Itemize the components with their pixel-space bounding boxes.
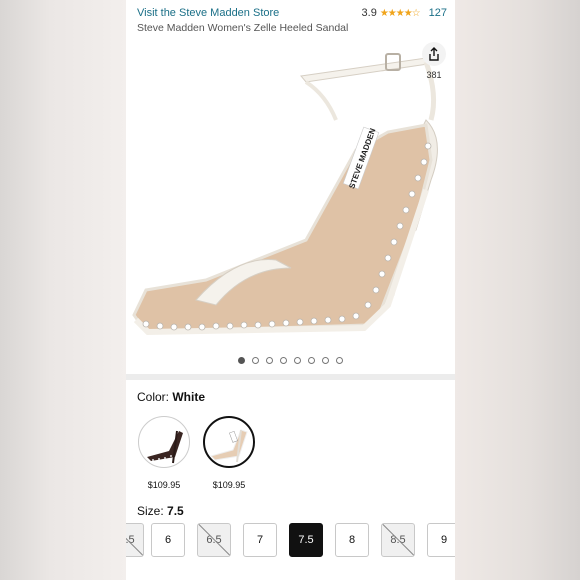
store-link[interactable]: Visit the Steve Madden Store bbox=[137, 7, 279, 19]
sandal-image: STEVE MADDEN bbox=[132, 53, 438, 336]
carousel-dot[interactable] bbox=[280, 357, 287, 364]
size-option-5-5[interactable]: 5.5 bbox=[126, 523, 144, 557]
carousel-dot[interactable] bbox=[266, 357, 273, 364]
rating-count[interactable]: 127 bbox=[429, 7, 447, 19]
share-button[interactable] bbox=[422, 42, 446, 66]
color-label: Color: White bbox=[137, 390, 206, 404]
blurred-background-right bbox=[455, 0, 580, 580]
color-swatch-black[interactable] bbox=[138, 416, 190, 468]
carousel-dot[interactable] bbox=[238, 357, 245, 364]
star-rating-icon: ★★★★☆ bbox=[379, 7, 421, 19]
color-swatch-white[interactable] bbox=[203, 416, 255, 468]
product-title: Steve Madden Women's Zelle Heeled Sandal bbox=[137, 22, 349, 34]
product-page: Visit the Steve Madden Store 3.9 ★★★★☆ 1… bbox=[126, 0, 455, 580]
store-row: Visit the Steve Madden Store 3.9 ★★★★☆ 1… bbox=[137, 7, 447, 23]
size-selector: 5.5 6 6.5 7 7.5 8 8.5 9 bbox=[126, 523, 455, 559]
size-option-6[interactable]: 6 bbox=[151, 523, 185, 557]
size-option-9[interactable]: 9 bbox=[427, 523, 455, 557]
share-icon bbox=[429, 47, 439, 61]
section-divider bbox=[126, 374, 455, 380]
color-price-black: $109.95 bbox=[147, 480, 181, 490]
carousel-dot[interactable] bbox=[294, 357, 301, 364]
size-option-7-5[interactable]: 7.5 bbox=[289, 523, 323, 557]
rating-value: 3.9 bbox=[361, 7, 377, 19]
carousel-dot[interactable] bbox=[308, 357, 315, 364]
product-image[interactable]: STEVE MADDEN bbox=[126, 40, 455, 352]
size-label: Size: 7.5 bbox=[137, 504, 184, 518]
size-option-7[interactable]: 7 bbox=[243, 523, 277, 557]
blurred-background-left bbox=[0, 0, 126, 580]
selected-color: White bbox=[172, 390, 206, 404]
size-option-6-5[interactable]: 6.5 bbox=[197, 523, 231, 557]
color-price-white: $109.95 bbox=[212, 480, 246, 490]
carousel-dot[interactable] bbox=[252, 357, 259, 364]
share-count: 381 bbox=[426, 70, 442, 80]
carousel-dot[interactable] bbox=[322, 357, 329, 364]
size-option-8-5[interactable]: 8.5 bbox=[381, 523, 415, 557]
size-option-8[interactable]: 8 bbox=[335, 523, 369, 557]
selected-size: 7.5 bbox=[167, 504, 184, 518]
carousel-dot[interactable] bbox=[336, 357, 343, 364]
rating-summary[interactable]: 3.9 ★★★★☆ 127 bbox=[362, 7, 447, 19]
image-carousel-dots[interactable] bbox=[126, 357, 455, 364]
